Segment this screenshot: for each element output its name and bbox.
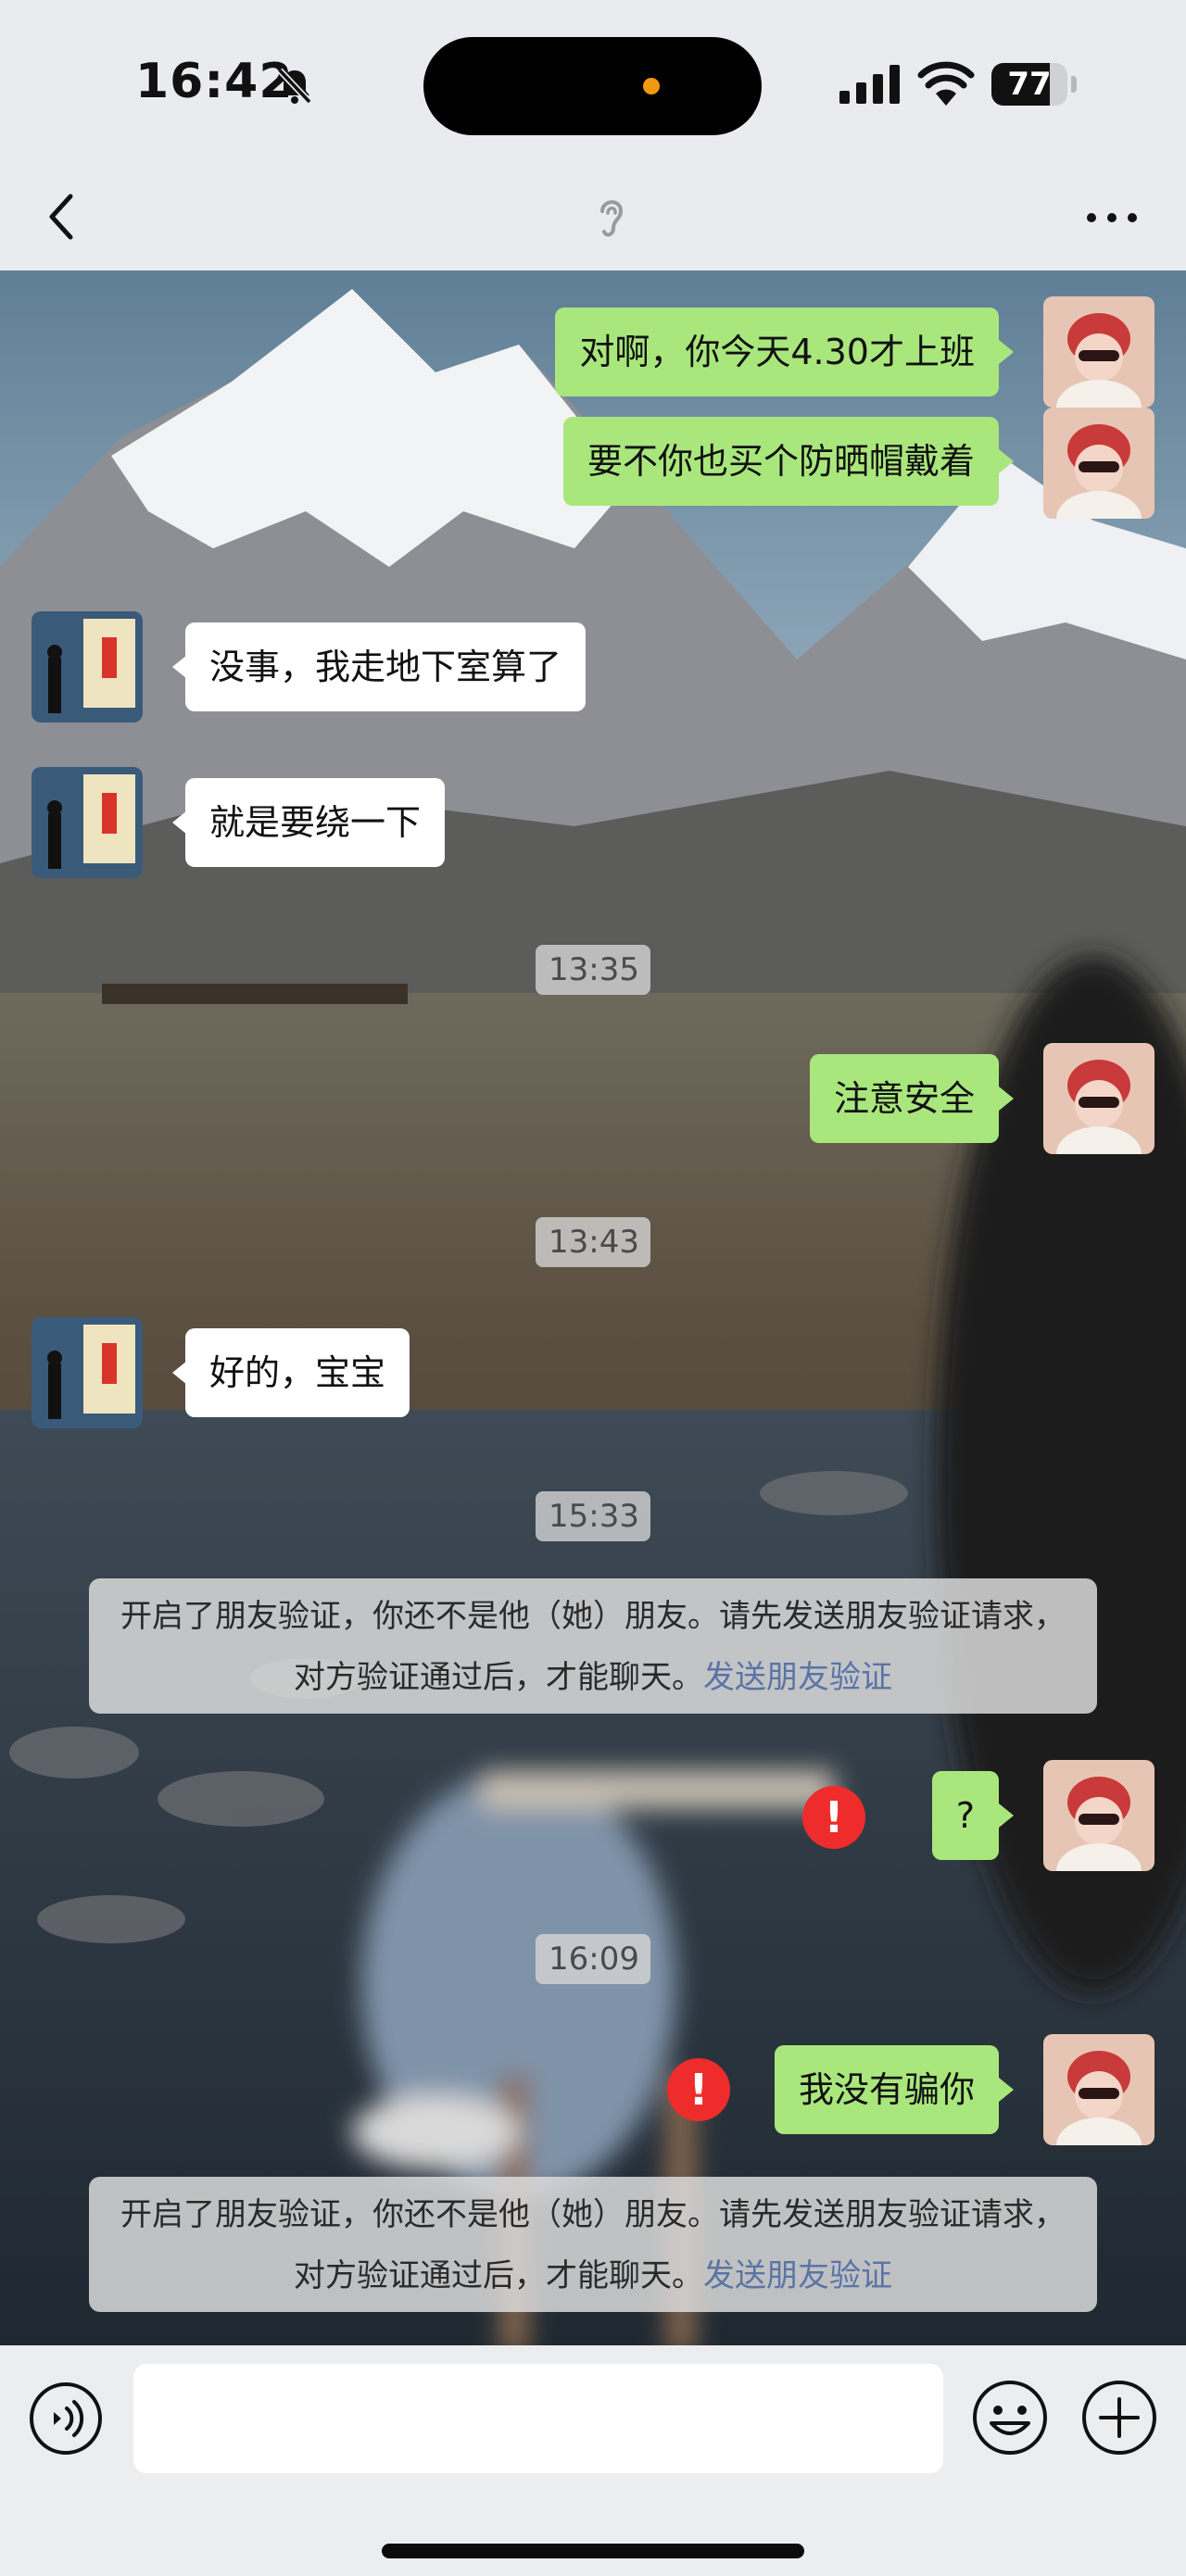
chevron-left-icon[interactable]	[41, 187, 82, 246]
bubble-tail	[172, 810, 187, 835]
friend-verification-notice: 开启了朋友验证，你还不是他（她）朋友。请先发送朋友验证请求，对方验证通过后，才能…	[89, 2177, 1097, 2312]
battery-cap	[1071, 76, 1077, 93]
message-input[interactable]	[133, 2364, 943, 2473]
bubble-tail	[999, 340, 1014, 364]
bell-muted-icon	[277, 68, 312, 105]
bubble-tail	[999, 449, 1014, 473]
incoming-message[interactable]: 没事，我走地下室算了	[185, 622, 587, 711]
plus-icon[interactable]	[1080, 2379, 1158, 2457]
send-failed-icon[interactable]: !	[802, 1786, 865, 1849]
friend-verification-notice: 开启了朋友验证，你还不是他（她）朋友。请先发送朋友验证请求，对方验证通过后，才能…	[89, 1578, 1097, 1714]
wifi-icon	[917, 61, 975, 106]
notice-text: 开启了朋友验证，你还不是他（她）朋友。请先发送朋友验证请求，对方验证通过后，才能…	[120, 1598, 1066, 1696]
voice-icon[interactable]	[28, 2381, 104, 2457]
status-bar: 16:42 77	[0, 0, 1186, 167]
chat-header	[0, 167, 1186, 270]
emoji-icon[interactable]	[971, 2379, 1049, 2457]
more-dots-icon[interactable]	[1084, 202, 1140, 233]
bubble-tail	[999, 2078, 1014, 2102]
send-failed-icon[interactable]: !	[667, 2058, 730, 2121]
time-stamp: 13:35	[536, 945, 650, 995]
home-indicator[interactable]	[382, 2544, 804, 2558]
self-avatar[interactable]	[1043, 2034, 1154, 2145]
bubble-tail	[172, 1361, 187, 1385]
signal-icon	[839, 65, 900, 104]
camera-indicator-dot	[643, 78, 660, 94]
contact-avatar[interactable]	[32, 767, 143, 878]
outgoing-message[interactable]: 要不你也买个防晒帽戴着	[562, 417, 999, 506]
time-stamp: 16:09	[536, 1934, 650, 1984]
bubble-tail	[999, 1087, 1014, 1111]
time-stamp: 13:43	[536, 1217, 650, 1267]
dynamic-island	[423, 37, 762, 135]
self-avatar[interactable]	[1043, 408, 1154, 519]
outgoing-message[interactable]: ?	[931, 1771, 999, 1860]
send-verification-link[interactable]: 发送朋友验证	[703, 1659, 892, 1696]
contact-avatar[interactable]	[32, 1317, 143, 1428]
chat-background-image	[0, 270, 1186, 2345]
self-avatar[interactable]	[1043, 296, 1154, 408]
input-bar	[0, 2345, 1186, 2576]
self-avatar[interactable]	[1043, 1760, 1154, 1871]
chat-area[interactable]: 对啊，你今天4.30才上班 要不你也买个防晒帽戴着 没事，我走地下室算了 就是要…	[0, 270, 1186, 2345]
self-avatar[interactable]	[1043, 1043, 1154, 1154]
incoming-message[interactable]: 好的，宝宝	[185, 1328, 410, 1417]
battery-percent: 77	[1007, 66, 1052, 103]
bubble-tail	[172, 655, 187, 679]
outgoing-message[interactable]: 我没有骗你	[774, 2045, 999, 2134]
outgoing-message[interactable]: 对啊，你今天4.30才上班	[555, 308, 999, 396]
contact-avatar[interactable]	[32, 611, 143, 723]
status-time: 16:42	[135, 54, 294, 109]
send-verification-link[interactable]: 发送朋友验证	[703, 2257, 892, 2294]
incoming-message[interactable]: 就是要绕一下	[185, 778, 446, 867]
ear-icon[interactable]	[593, 191, 630, 243]
outgoing-message[interactable]: 注意安全	[809, 1054, 999, 1143]
notice-text: 开启了朋友验证，你还不是他（她）朋友。请先发送朋友验证请求，对方验证通过后，才能…	[120, 2196, 1066, 2294]
battery-indicator: 77	[991, 63, 1067, 106]
bubble-tail	[999, 1803, 1014, 1828]
time-stamp: 15:33	[536, 1491, 650, 1541]
